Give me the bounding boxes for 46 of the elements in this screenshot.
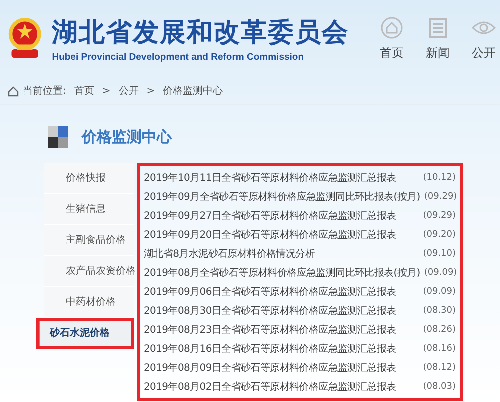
breadcrumb-link[interactable]: 价格监测中心 xyxy=(163,84,224,98)
article-date: (09.09) xyxy=(423,286,456,296)
article-link[interactable]: 2019年08月23日全省砂石等原材料价格应急监测汇总报表 xyxy=(144,322,396,336)
home-icon xyxy=(381,16,403,38)
sidebar-item[interactable]: 生猪信息 xyxy=(44,194,134,225)
nav-link[interactable]: 首页 xyxy=(376,16,408,62)
sidebar-item[interactable]: 价格快报 xyxy=(44,163,134,194)
breadcrumb-link[interactable]: 公开 xyxy=(118,84,139,98)
newspaper-icon xyxy=(428,16,448,38)
article-link[interactable]: 2019年08月02日全省砂石等原材料价格应急监测汇总报表 xyxy=(144,380,396,394)
article-date: (08.26) xyxy=(423,324,456,334)
breadcrumb-link[interactable]: 首页 xyxy=(74,84,94,98)
sidebar-item[interactable]: 中药材价格 xyxy=(44,287,134,318)
home-icon xyxy=(8,86,19,96)
article-date: (08.12) xyxy=(423,362,456,372)
article-link[interactable]: 2019年09月全省砂石等原材料价格应急监测同比环比报表(按月) xyxy=(144,190,420,204)
article-date: (10.12) xyxy=(423,172,456,182)
article-link[interactable]: 2019年08月30日全省砂石等原材料价格应急监测汇总报表 xyxy=(144,304,396,318)
sidebar-item[interactable]: 砂石水泥价格 xyxy=(36,318,134,349)
article-date: (08.30) xyxy=(423,306,456,316)
site-title: 湖北省发展和改革委员会 xyxy=(52,17,350,50)
sidebar-item[interactable]: 农产品农资价格 xyxy=(44,256,134,287)
nav-link[interactable]: 公开 xyxy=(468,16,500,62)
sidebar-item[interactable]: 主副食品价格 xyxy=(44,225,134,256)
breadcrumb-label: 当前位置: xyxy=(23,84,66,98)
article-date: (09.10) xyxy=(423,248,456,258)
section-title: 价格监测中心 xyxy=(82,128,172,146)
article-link[interactable]: 2019年08月09日全省砂石等原材料价格应急监测汇总报表 xyxy=(144,360,396,374)
article-link[interactable]: 湖北省8月水泥砂石原材料价格情况分析 xyxy=(144,246,315,260)
article-date: (08.03) xyxy=(423,382,456,392)
squares-icon xyxy=(48,126,68,148)
site-subtitle: Hubei Provincial Development and Reform Commission xyxy=(52,52,306,63)
article-link[interactable]: 2019年08月16日全省砂石等原材料价格应急监测汇总报表 xyxy=(144,342,396,356)
article-link[interactable]: 2019年09月20日全省砂石等原材料价格应急监测汇总报表 xyxy=(144,228,396,242)
article-date: (09.20) xyxy=(423,230,456,240)
article-date: (08.16) xyxy=(423,344,456,354)
breadcrumb-separator: > xyxy=(102,86,111,96)
article-link[interactable]: 2019年09月27日全省砂石等原材料价格应急监测汇总报表 xyxy=(144,208,396,222)
article-link[interactable]: 2019年10月11日全省砂石等原材料价格应急监测汇总报表 xyxy=(144,170,396,184)
article-date: (09.29) xyxy=(424,192,458,202)
article-date: (09.29) xyxy=(423,210,456,220)
article-link[interactable]: 2019年08月全省砂石等原材料价格应急监测同比环比报表(按月) xyxy=(144,266,420,280)
article-link[interactable]: 2019年09月06日全省砂石等原材料价格应急监测汇总报表 xyxy=(144,284,396,298)
breadcrumb-separator: > xyxy=(146,86,156,96)
nav-link[interactable]: 新闻 xyxy=(422,16,454,62)
article-date: (09.09) xyxy=(424,268,458,278)
